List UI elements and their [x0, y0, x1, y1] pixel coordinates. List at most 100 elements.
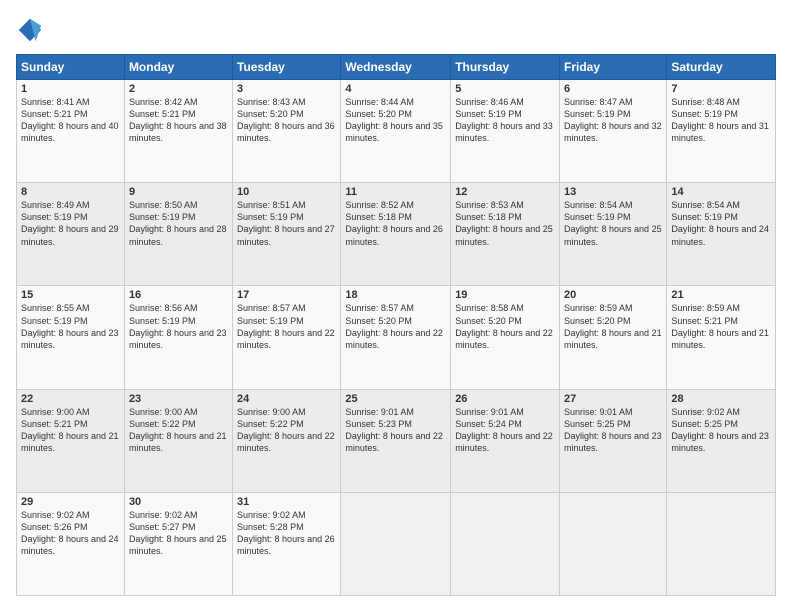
day-number: 6: [564, 83, 662, 95]
day-info: Sunrise: 9:01 AMSunset: 5:25 PMDaylight:…: [564, 406, 662, 455]
day-cell: 30Sunrise: 9:02 AMSunset: 5:27 PMDayligh…: [124, 492, 232, 595]
weekday-header-thursday: Thursday: [451, 55, 560, 80]
day-cell: 11Sunrise: 8:52 AMSunset: 5:18 PMDayligh…: [341, 183, 451, 286]
day-cell: 19Sunrise: 8:58 AMSunset: 5:20 PMDayligh…: [451, 286, 560, 389]
day-info: Sunrise: 9:02 AMSunset: 5:27 PMDaylight:…: [129, 509, 228, 558]
day-cell: 25Sunrise: 9:01 AMSunset: 5:23 PMDayligh…: [341, 389, 451, 492]
day-info: Sunrise: 8:49 AMSunset: 5:19 PMDaylight:…: [21, 199, 120, 248]
day-number: 16: [129, 289, 228, 301]
day-number: 29: [21, 496, 120, 508]
day-info: Sunrise: 9:00 AMSunset: 5:22 PMDaylight:…: [129, 406, 228, 455]
day-cell: 15Sunrise: 8:55 AMSunset: 5:19 PMDayligh…: [17, 286, 125, 389]
day-number: 20: [564, 289, 662, 301]
weekday-header-tuesday: Tuesday: [233, 55, 341, 80]
weekday-header-friday: Friday: [560, 55, 667, 80]
week-row-3: 15Sunrise: 8:55 AMSunset: 5:19 PMDayligh…: [17, 286, 776, 389]
day-number: 19: [455, 289, 555, 301]
day-info: Sunrise: 8:53 AMSunset: 5:18 PMDaylight:…: [455, 199, 555, 248]
day-number: 26: [455, 393, 555, 405]
day-info: Sunrise: 8:54 AMSunset: 5:19 PMDaylight:…: [671, 199, 771, 248]
day-cell: 13Sunrise: 8:54 AMSunset: 5:19 PMDayligh…: [560, 183, 667, 286]
day-number: 30: [129, 496, 228, 508]
day-cell: 8Sunrise: 8:49 AMSunset: 5:19 PMDaylight…: [17, 183, 125, 286]
day-cell: 7Sunrise: 8:48 AMSunset: 5:19 PMDaylight…: [667, 80, 776, 183]
day-cell: 17Sunrise: 8:57 AMSunset: 5:19 PMDayligh…: [233, 286, 341, 389]
day-number: 14: [671, 186, 771, 198]
day-cell: 28Sunrise: 9:02 AMSunset: 5:25 PMDayligh…: [667, 389, 776, 492]
day-info: Sunrise: 8:58 AMSunset: 5:20 PMDaylight:…: [455, 302, 555, 351]
day-cell: 23Sunrise: 9:00 AMSunset: 5:22 PMDayligh…: [124, 389, 232, 492]
day-info: Sunrise: 8:57 AMSunset: 5:20 PMDaylight:…: [345, 302, 446, 351]
day-info: Sunrise: 8:54 AMSunset: 5:19 PMDaylight:…: [564, 199, 662, 248]
day-info: Sunrise: 9:00 AMSunset: 5:21 PMDaylight:…: [21, 406, 120, 455]
day-cell: 1Sunrise: 8:41 AMSunset: 5:21 PMDaylight…: [17, 80, 125, 183]
day-number: 3: [237, 83, 336, 95]
day-number: 10: [237, 186, 336, 198]
day-info: Sunrise: 9:01 AMSunset: 5:23 PMDaylight:…: [345, 406, 446, 455]
day-number: 24: [237, 393, 336, 405]
day-info: Sunrise: 8:42 AMSunset: 5:21 PMDaylight:…: [129, 96, 228, 145]
day-number: 27: [564, 393, 662, 405]
day-cell: [667, 492, 776, 595]
day-info: Sunrise: 8:46 AMSunset: 5:19 PMDaylight:…: [455, 96, 555, 145]
day-cell: 9Sunrise: 8:50 AMSunset: 5:19 PMDaylight…: [124, 183, 232, 286]
logo: [16, 16, 46, 44]
day-cell: 27Sunrise: 9:01 AMSunset: 5:25 PMDayligh…: [560, 389, 667, 492]
weekday-header-sunday: Sunday: [17, 55, 125, 80]
header: [16, 16, 776, 44]
weekday-header-row: SundayMondayTuesdayWednesdayThursdayFrid…: [17, 55, 776, 80]
day-number: 1: [21, 83, 120, 95]
day-info: Sunrise: 8:44 AMSunset: 5:20 PMDaylight:…: [345, 96, 446, 145]
day-number: 11: [345, 186, 446, 198]
day-number: 9: [129, 186, 228, 198]
day-info: Sunrise: 8:48 AMSunset: 5:19 PMDaylight:…: [671, 96, 771, 145]
day-cell: 16Sunrise: 8:56 AMSunset: 5:19 PMDayligh…: [124, 286, 232, 389]
day-cell: 29Sunrise: 9:02 AMSunset: 5:26 PMDayligh…: [17, 492, 125, 595]
day-info: Sunrise: 8:52 AMSunset: 5:18 PMDaylight:…: [345, 199, 446, 248]
week-row-1: 1Sunrise: 8:41 AMSunset: 5:21 PMDaylight…: [17, 80, 776, 183]
day-number: 23: [129, 393, 228, 405]
day-info: Sunrise: 9:02 AMSunset: 5:25 PMDaylight:…: [671, 406, 771, 455]
day-cell: 22Sunrise: 9:00 AMSunset: 5:21 PMDayligh…: [17, 389, 125, 492]
day-cell: 2Sunrise: 8:42 AMSunset: 5:21 PMDaylight…: [124, 80, 232, 183]
week-row-5: 29Sunrise: 9:02 AMSunset: 5:26 PMDayligh…: [17, 492, 776, 595]
day-cell: 31Sunrise: 9:02 AMSunset: 5:28 PMDayligh…: [233, 492, 341, 595]
day-number: 17: [237, 289, 336, 301]
day-cell: 24Sunrise: 9:00 AMSunset: 5:22 PMDayligh…: [233, 389, 341, 492]
day-info: Sunrise: 8:59 AMSunset: 5:20 PMDaylight:…: [564, 302, 662, 351]
day-cell: 26Sunrise: 9:01 AMSunset: 5:24 PMDayligh…: [451, 389, 560, 492]
day-cell: 4Sunrise: 8:44 AMSunset: 5:20 PMDaylight…: [341, 80, 451, 183]
weekday-header-wednesday: Wednesday: [341, 55, 451, 80]
day-cell: [341, 492, 451, 595]
day-number: 5: [455, 83, 555, 95]
day-number: 25: [345, 393, 446, 405]
day-info: Sunrise: 8:59 AMSunset: 5:21 PMDaylight:…: [671, 302, 771, 351]
day-number: 22: [21, 393, 120, 405]
day-info: Sunrise: 9:02 AMSunset: 5:28 PMDaylight:…: [237, 509, 336, 558]
weekday-header-monday: Monday: [124, 55, 232, 80]
day-info: Sunrise: 8:50 AMSunset: 5:19 PMDaylight:…: [129, 199, 228, 248]
day-info: Sunrise: 8:51 AMSunset: 5:19 PMDaylight:…: [237, 199, 336, 248]
weekday-header-saturday: Saturday: [667, 55, 776, 80]
day-cell: 3Sunrise: 8:43 AMSunset: 5:20 PMDaylight…: [233, 80, 341, 183]
day-info: Sunrise: 9:02 AMSunset: 5:26 PMDaylight:…: [21, 509, 120, 558]
page: SundayMondayTuesdayWednesdayThursdayFrid…: [0, 0, 792, 612]
day-cell: 5Sunrise: 8:46 AMSunset: 5:19 PMDaylight…: [451, 80, 560, 183]
day-number: 2: [129, 83, 228, 95]
calendar-table: SundayMondayTuesdayWednesdayThursdayFrid…: [16, 54, 776, 596]
day-cell: 20Sunrise: 8:59 AMSunset: 5:20 PMDayligh…: [560, 286, 667, 389]
logo-icon: [16, 16, 44, 44]
day-info: Sunrise: 8:43 AMSunset: 5:20 PMDaylight:…: [237, 96, 336, 145]
day-info: Sunrise: 8:41 AMSunset: 5:21 PMDaylight:…: [21, 96, 120, 145]
day-number: 13: [564, 186, 662, 198]
day-cell: 18Sunrise: 8:57 AMSunset: 5:20 PMDayligh…: [341, 286, 451, 389]
day-cell: 21Sunrise: 8:59 AMSunset: 5:21 PMDayligh…: [667, 286, 776, 389]
day-cell: [560, 492, 667, 595]
day-number: 31: [237, 496, 336, 508]
day-cell: 6Sunrise: 8:47 AMSunset: 5:19 PMDaylight…: [560, 80, 667, 183]
day-info: Sunrise: 8:57 AMSunset: 5:19 PMDaylight:…: [237, 302, 336, 351]
day-cell: 10Sunrise: 8:51 AMSunset: 5:19 PMDayligh…: [233, 183, 341, 286]
day-number: 18: [345, 289, 446, 301]
day-number: 4: [345, 83, 446, 95]
day-number: 15: [21, 289, 120, 301]
